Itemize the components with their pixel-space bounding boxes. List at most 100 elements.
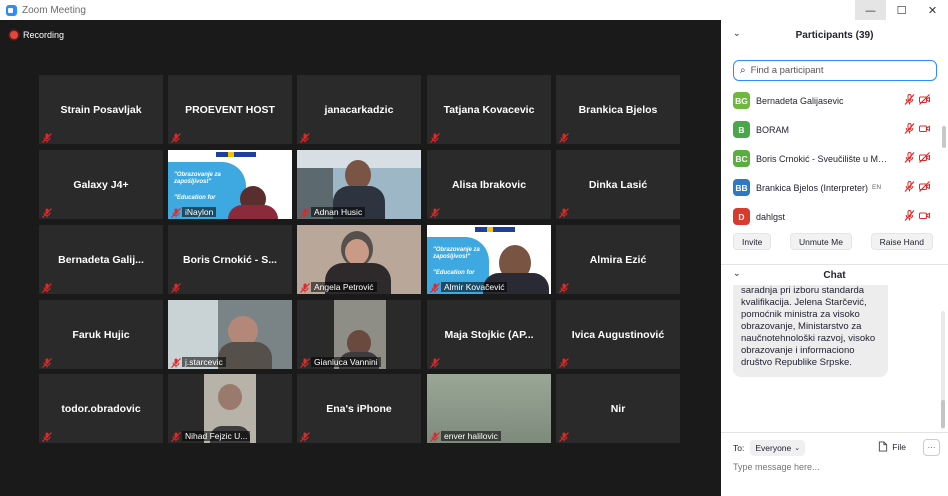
participant-tile[interactable]: Boris Crnokić - S...: [168, 225, 292, 294]
participant-row[interactable]: Ddahlgst: [733, 202, 938, 231]
participant-tile[interactable]: Nihad Fejzic U...: [168, 374, 292, 443]
video-off-icon[interactable]: [919, 94, 930, 105]
participant-status-icons: [904, 181, 930, 192]
participant-tile[interactable]: Ivica Augustinović: [556, 300, 680, 369]
participant-name: Ena's iPhone: [326, 402, 392, 415]
participant-tile[interactable]: Almira Ezić: [556, 225, 680, 294]
participants-scrollbar-thumb[interactable]: [942, 126, 946, 148]
slide-sub: "Education for: [174, 195, 216, 201]
participant-name-label: Gianluca Vannini: [311, 357, 381, 367]
participant-tile[interactable]: Gianluca Vannini: [297, 300, 421, 369]
avatar: BG: [733, 92, 750, 109]
muted-mic-icon: [171, 429, 181, 442]
participant-row[interactable]: BC Boris Crnokić - Sveučilište u Mo...: [733, 144, 938, 173]
participant-name: Faruk Hujic: [72, 328, 130, 341]
chat-header[interactable]: ⌄ Chat: [721, 265, 948, 285]
participant-name-label: Nihad Fejzic U...: [182, 431, 251, 441]
participant-tile[interactable]: Strain Posavljak: [39, 75, 163, 144]
avatar: B: [733, 121, 750, 138]
participant-search[interactable]: ⌕ Find a participant: [733, 60, 937, 81]
avatar: BB: [733, 179, 750, 196]
participant-name-label: Angela Petrović: [311, 282, 377, 292]
video-off-icon[interactable]: [919, 181, 930, 192]
participant-tile[interactable]: Ena's iPhone: [297, 374, 421, 443]
unmute-me-button[interactable]: Unmute Me: [789, 233, 852, 250]
raise-hand-button[interactable]: Raise Hand: [870, 233, 933, 250]
file-button[interactable]: File: [878, 441, 906, 452]
chevron-down-icon[interactable]: ⌄: [733, 269, 741, 279]
title-bar: Zoom Meeting — ☐ ✕: [0, 0, 948, 20]
participant-row[interactable]: BG Bernadeta Galijasevic: [733, 86, 938, 115]
participant-tile[interactable]: Maja Stojkic (AP...: [427, 300, 551, 369]
muted-mic-icon[interactable]: [904, 123, 915, 134]
participant-name: janacarkadzic: [324, 103, 394, 116]
slide-headline: "Obrazovanje za zapošljivost": [174, 172, 221, 185]
video-off-icon[interactable]: [919, 152, 930, 163]
participant-row[interactable]: BB Brankica Bjelos (Interpreter) EN: [733, 173, 938, 202]
muted-mic-icon: [171, 130, 181, 143]
participant-name: Dinka Lasić: [588, 178, 648, 191]
muted-mic-icon: [559, 355, 569, 368]
file-label: File: [892, 441, 906, 452]
muted-mic-icon: [171, 355, 181, 368]
participant-tile[interactable]: Brankica Bjelos: [556, 75, 680, 144]
muted-mic-icon[interactable]: [904, 94, 915, 105]
participant-tile[interactable]: Adnan Husic: [297, 150, 421, 219]
muted-mic-icon: [430, 130, 440, 143]
muted-mic-icon[interactable]: [904, 152, 915, 163]
participant-tile[interactable]: Nir: [556, 374, 680, 443]
muted-mic-icon: [300, 130, 310, 143]
chat-scrollbar-thumb[interactable]: [941, 400, 945, 428]
participant-tile[interactable]: Tatjana Kovacevic: [427, 75, 551, 144]
participant-tile[interactable]: j.starcevic: [168, 300, 292, 369]
participant-tile[interactable]: janacarkadzic: [297, 75, 421, 144]
participant-name: Galaxy J4+: [73, 178, 129, 191]
recording-dot-icon: [10, 31, 18, 39]
participant-name: dahlgst: [756, 211, 786, 222]
participant-tile[interactable]: todor.obradovic: [39, 374, 163, 443]
recipient-dropdown[interactable]: Everyone ⌄: [750, 440, 806, 456]
chat-messages[interactable]: saradnja pri izboru standarda kvalifikac…: [721, 285, 948, 411]
maximize-button[interactable]: ☐: [886, 0, 917, 20]
participant-tile[interactable]: Faruk Hujic: [39, 300, 163, 369]
invite-button[interactable]: Invite: [733, 233, 772, 250]
video-icon[interactable]: [919, 210, 930, 221]
video-icon[interactable]: [919, 123, 930, 134]
participant-tile[interactable]: enver halilovic: [427, 374, 551, 443]
muted-mic-icon: [559, 130, 569, 143]
muted-mic-icon[interactable]: [904, 210, 915, 221]
participant-tile[interactable]: PROEVENT HOST: [168, 75, 292, 144]
participant-status-icons: [904, 210, 930, 221]
participant-tile[interactable]: "Obrazovanje za zapošljivost" "Education …: [427, 225, 551, 294]
participant-list: BG Bernadeta Galijasevic B BORAM BC Boris Crn…: [733, 86, 938, 231]
close-button[interactable]: ✕: [917, 0, 948, 20]
muted-mic-icon: [430, 429, 440, 442]
participant-name: Tatjana Kovacevic: [443, 103, 535, 116]
recording-indicator[interactable]: Recording: [10, 30, 64, 40]
muted-mic-icon: [430, 205, 440, 218]
participant-tile[interactable]: Angela Petrović: [297, 225, 421, 294]
participant-name: Almira Ezić: [589, 253, 647, 266]
avatar: D: [733, 208, 750, 225]
participant-tile[interactable]: Bernadeta Galij...: [39, 225, 163, 294]
participant-name: Brankica Bjelos: [578, 103, 658, 116]
recipient-value: Everyone: [755, 443, 792, 453]
language-badge: EN: [872, 184, 882, 191]
muted-mic-icon[interactable]: [904, 181, 915, 192]
participant-tile[interactable]: Dinka Lasić: [556, 150, 680, 219]
participant-status-icons: [904, 94, 930, 105]
video-gallery: Recording Strain Posavljak PROEVENT HOST j…: [0, 20, 721, 496]
window-title: Zoom Meeting: [22, 4, 86, 16]
participants-header[interactable]: ⌄ Participants (39): [721, 20, 948, 50]
minimize-button[interactable]: —: [855, 0, 886, 20]
muted-mic-icon: [42, 355, 52, 368]
participant-row[interactable]: B BORAM: [733, 115, 938, 144]
participant-tile[interactable]: "Obrazovanje za zapošljivost" "Education …: [168, 150, 292, 219]
participant-name: Bernadeta Galij...: [58, 253, 144, 266]
chat-message-input[interactable]: [733, 462, 938, 472]
chevron-down-icon[interactable]: ⌄: [733, 29, 741, 39]
participant-name: Boris Crnokić - S...: [183, 253, 277, 266]
participant-tile[interactable]: Alisa Ibrakovic: [427, 150, 551, 219]
more-icon[interactable]: ···: [923, 439, 940, 456]
participant-tile[interactable]: Galaxy J4+: [39, 150, 163, 219]
